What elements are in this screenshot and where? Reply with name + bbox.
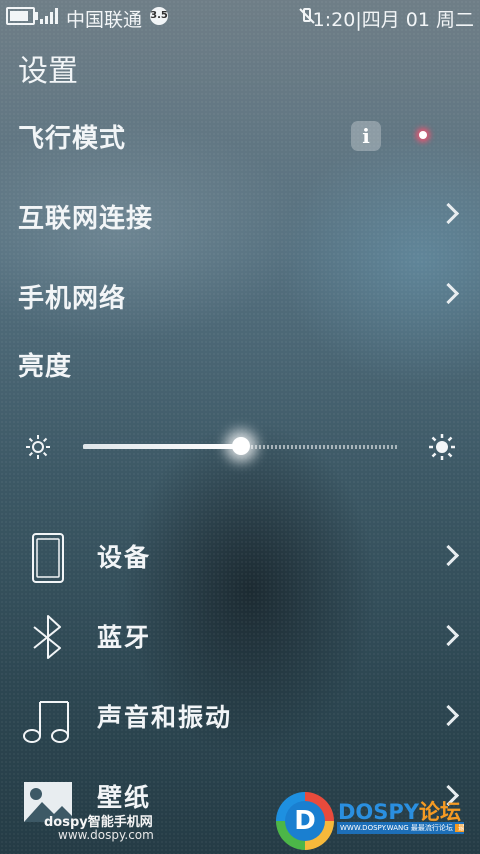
carrier-name: 中国联通 — [66, 9, 143, 31]
airplane-mode-label: 飞行模式 — [18, 124, 127, 154]
brightness-slider-row — [0, 420, 480, 474]
chevron-right-icon — [437, 704, 460, 727]
info-icon[interactable]: i — [351, 121, 381, 151]
music-note-icon — [23, 701, 69, 743]
airplane-mode-row[interactable]: 飞行模式 — [0, 106, 480, 166]
signal-icon — [40, 8, 58, 24]
strip-tag: 最新最热帖 — [455, 824, 464, 832]
chevron-right-icon — [437, 202, 460, 225]
brightness-high-icon — [429, 434, 455, 460]
internet-connection-row[interactable]: 互联网连接 — [0, 186, 480, 246]
watermark-url: www.dospy.com — [58, 828, 154, 842]
battery-icon — [6, 7, 38, 25]
brightness-label: 亮度 — [18, 352, 73, 382]
brand-cn: 论坛 — [419, 800, 462, 824]
network-badge: 3.5 — [150, 7, 168, 25]
mobile-network-row[interactable]: 手机网络 — [0, 266, 480, 326]
phone-icon — [32, 533, 64, 583]
status-datetime: 1:20|四月 01 周二 — [312, 9, 474, 31]
bluetooth-icon — [33, 615, 61, 659]
chevron-right-icon — [437, 282, 460, 305]
bluetooth-item[interactable]: 蓝牙 — [0, 604, 480, 668]
status-bar: 中国联通 3.5 1:20|四月 01 周二 — [0, 0, 480, 34]
internet-connection-label: 互联网连接 — [18, 204, 154, 234]
brightness-heading: 亮度 — [0, 334, 480, 394]
brand-en: DOSPY — [338, 800, 420, 824]
dospy-watermark: dospy智能手机网 www.dospy.com — [20, 808, 190, 848]
brightness-slider-fill — [83, 444, 241, 449]
brightness-slider-thumb[interactable] — [231, 437, 250, 455]
sound-vibration-item[interactable]: 声音和振动 — [0, 684, 480, 748]
chevron-right-icon — [437, 624, 460, 647]
bluetooth-label: 蓝牙 — [97, 623, 152, 652]
dospy-strip: WWW.DOSPY.WANG 最最流行论坛 最新最热帖 — [337, 822, 464, 834]
mobile-network-label: 手机网络 — [18, 284, 127, 314]
sound-vibration-label: 声音和振动 — [97, 703, 233, 732]
page-title: 设置 — [18, 54, 78, 89]
dospy-logo-icon: D — [276, 792, 334, 850]
device-item[interactable]: 设备 — [0, 524, 480, 588]
device-label: 设备 — [97, 543, 152, 572]
strip-text: WWW.DOSPY.WANG 最最流行论坛 — [340, 824, 453, 832]
airplane-mode-toggle[interactable] — [419, 131, 427, 139]
brightness-low-icon — [26, 435, 50, 459]
chevron-right-icon — [437, 544, 460, 567]
